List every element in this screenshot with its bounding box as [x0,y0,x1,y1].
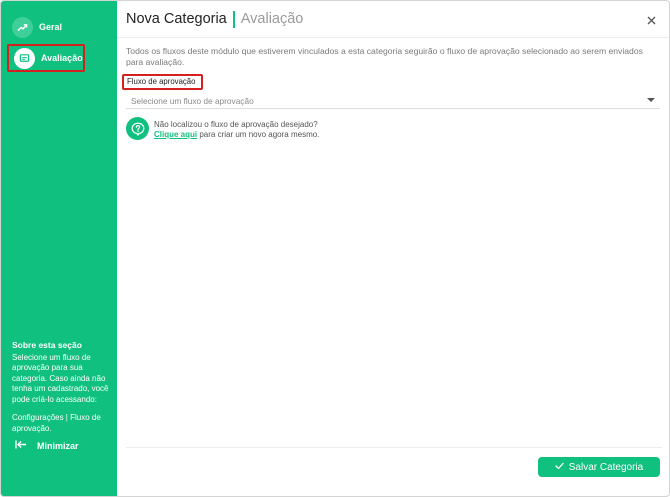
collapse-left-icon [15,440,27,451]
review-card-icon [14,47,35,69]
sidebar-item-avaliacao[interactable]: Avaliação [7,44,85,72]
sidebar-item-label: Avaliação [41,53,83,63]
about-section: Sobre esta seção Selecione um fluxo de a… [12,340,112,434]
chevron-down-icon [647,98,655,102]
page-title: Nova Categoria [126,11,227,27]
select-placeholder: Selecione um fluxo de aprovação [131,96,254,106]
field-label-approval-flow: Fluxo de aprovação [122,74,203,90]
about-path: Configurações | Fluxo de aprovação. [12,413,101,433]
help-suffix: para criar um novo agora mesmo. [197,129,320,139]
help-question-icon [126,117,149,140]
help-question: Não localizou o fluxo de aprovação desej… [154,120,318,129]
about-text: Selecione um fluxo de aprovação para sua… [12,352,109,404]
help-text: Não localizou o fluxo de aprovação desej… [154,120,319,139]
about-title: Sobre esta seção [12,340,82,350]
section-description: Todos os fluxos deste módulo que estiver… [126,46,643,67]
footer-divider [126,447,662,448]
header: Nova Categoria Avaliação [126,9,303,29]
title-separator [232,10,235,28]
header-divider [117,37,669,38]
sidebar-item-geral[interactable]: Geral [7,13,85,41]
page-subtitle: Avaliação [240,11,304,27]
modal-window: Geral Avaliação Sobre esta seção Selecio… [0,0,670,497]
create-flow-link[interactable]: Clique aqui [154,130,197,139]
check-chart-icon [12,16,33,38]
minimize-button[interactable]: Minimizar [15,440,79,451]
minimize-label: Minimizar [37,440,79,451]
save-category-button[interactable]: Salvar Categoria [538,457,660,477]
close-button[interactable] [639,9,663,33]
sidebar: Geral Avaliação Sobre esta seção Selecio… [1,1,117,496]
check-icon [555,462,564,473]
sidebar-item-label: Geral [39,22,63,32]
approval-flow-select[interactable]: Selecione um fluxo de aprovação [126,91,660,109]
save-label: Salvar Categoria [568,461,644,473]
close-icon [647,12,656,30]
